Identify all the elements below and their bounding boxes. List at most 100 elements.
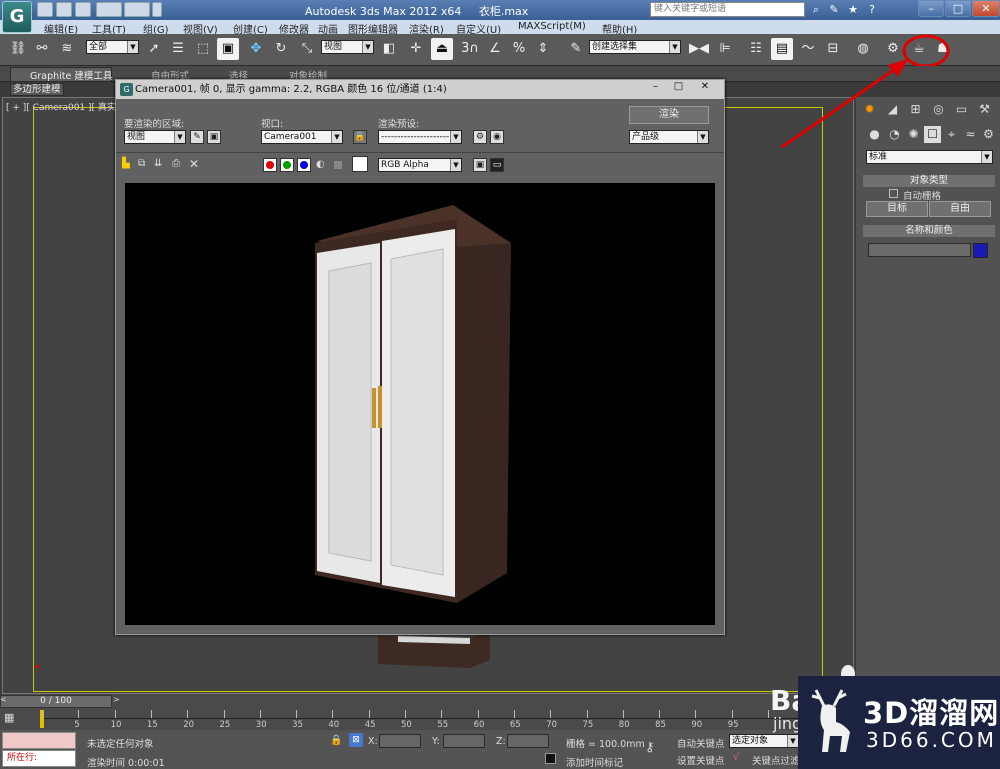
set-key-button[interactable]: 设置关键点 — [677, 753, 725, 767]
render-preset-select[interactable]: --------------------- ▼ — [378, 130, 462, 144]
create-tab-icon[interactable]: ✹ — [861, 101, 878, 118]
slider-prev-icon[interactable]: < — [0, 695, 10, 708]
search-icon[interactable]: ⌕ — [808, 2, 824, 17]
window-crossing-icon[interactable]: ▣ — [217, 38, 239, 60]
green-channel-button[interactable] — [280, 158, 294, 172]
pivot-center-icon[interactable]: ◧ — [378, 38, 400, 60]
link-icon[interactable]: ⛓ — [7, 38, 29, 60]
render-window-maximize-button[interactable]: □ — [668, 81, 689, 96]
display-channel-select[interactable]: RGB Alpha ▼ — [378, 158, 462, 172]
render-area-select[interactable]: 视图 ▼ — [124, 130, 186, 144]
save-image-icon[interactable]: ▙ — [122, 158, 133, 170]
name-color-rollout-header[interactable]: 名称和颜色 — [863, 225, 995, 237]
shapes-icon[interactable]: ◔ — [886, 126, 903, 143]
viewport-select[interactable]: Camera001 ▼ — [261, 130, 343, 144]
unlink-icon[interactable]: ⚯ — [31, 38, 53, 60]
bind-space-warp-icon[interactable]: ≋ — [56, 38, 78, 60]
select-and-scale-icon[interactable]: ⤡ — [296, 38, 318, 60]
timeline-track[interactable] — [40, 709, 800, 719]
copy-image-icon[interactable]: ⧉ — [138, 158, 150, 170]
mirror-icon[interactable]: ▶◀ — [688, 38, 710, 60]
app-logo-icon[interactable]: G — [2, 1, 32, 33]
motion-tab-icon[interactable]: ◎ — [930, 101, 947, 118]
lights-icon[interactable]: ✺ — [905, 126, 922, 143]
time-slider[interactable]: 0 / 100 — [0, 695, 112, 708]
object-category-select[interactable]: 标准 ▼ — [866, 150, 993, 164]
select-by-name-icon[interactable]: ☰ — [167, 38, 189, 60]
clone-window-icon[interactable]: ⇊ — [154, 158, 166, 170]
open-file-icon[interactable] — [56, 2, 72, 17]
named-selection-set-select[interactable]: 创建选择集 ▼ — [589, 40, 681, 54]
environment-effects-icon[interactable]: ◉ — [490, 130, 504, 144]
cameras-icon[interactable]: ☐ — [924, 126, 941, 143]
align-icon[interactable]: ⊫ — [714, 38, 736, 60]
toggle-ui-overlay-icon[interactable]: ▣ — [473, 158, 487, 172]
helpers-icon[interactable]: ⌖ — [943, 126, 960, 143]
select-object-icon[interactable]: ➚ — [143, 38, 165, 60]
monochrome-icon[interactable] — [334, 161, 342, 169]
set-key-icon[interactable]: ⚷ — [645, 740, 669, 755]
mini-curve-editor-icon[interactable]: ▦ — [4, 711, 24, 727]
systems-icon[interactable]: ⚙ — [980, 126, 997, 143]
modify-tab-icon[interactable]: ◢ — [884, 101, 901, 118]
close-button[interactable]: ✕ — [972, 0, 1000, 17]
render-button[interactable]: 渲染 — [629, 106, 709, 124]
blue-channel-button[interactable] — [297, 158, 311, 172]
keyboard-shortcut-override-icon[interactable]: ⏏ — [431, 38, 453, 60]
absolute-mode-icon[interactable]: ⊠ — [349, 733, 363, 747]
render-setup-small-icon[interactable]: ⚙ — [473, 130, 487, 144]
edit-named-selection-icon[interactable]: ✎ — [565, 38, 587, 60]
target-camera-button[interactable]: 目标 — [866, 201, 928, 217]
spinner-snap-icon[interactable]: ⇕ — [532, 38, 554, 60]
print-image-icon[interactable]: ⎙ — [172, 158, 184, 170]
display-tab-icon[interactable]: ▭ — [953, 101, 970, 118]
alpha-channel-icon[interactable]: ◐ — [316, 159, 328, 171]
search-input[interactable]: 键入关键字或短语 — [650, 2, 805, 17]
object-color-swatch[interactable] — [973, 243, 988, 258]
selection-lock-icon[interactable]: 🔒 — [330, 735, 342, 747]
help-icon[interactable]: ? — [864, 2, 880, 17]
render-quality-select[interactable]: 产品级 ▼ — [629, 130, 709, 144]
ribbon-subtab-polygon-modeling[interactable]: 多边形建模 — [10, 83, 64, 96]
key-tangent-icon[interactable]: √ — [733, 752, 745, 764]
red-channel-button[interactable] — [263, 158, 277, 172]
utilities-tab-icon[interactable]: ⚒ — [976, 101, 993, 118]
space-warps-icon[interactable]: ≈ — [962, 126, 979, 143]
favorites-icon[interactable]: ★ — [845, 2, 861, 17]
toggle-ui-icon[interactable]: ▭ — [490, 158, 504, 172]
select-and-move-icon[interactable]: ✥ — [245, 38, 267, 60]
geometry-icon[interactable]: ● — [866, 126, 883, 143]
tools-icon[interactable]: ✎ — [826, 2, 842, 17]
object-type-rollout-header[interactable]: 对象类型 — [863, 175, 995, 187]
reference-coordinate-select[interactable]: 视图 ▼ — [321, 40, 374, 54]
maxscript-listener[interactable] — [2, 732, 76, 749]
object-name-input[interactable] — [868, 243, 971, 257]
new-file-icon[interactable] — [37, 2, 53, 17]
key-selection-select[interactable]: 选定对象 ▼ — [729, 734, 799, 748]
lock-viewport-icon[interactable]: 🔒 — [353, 130, 367, 144]
hierarchy-tab-icon[interactable]: ⊞ — [907, 101, 924, 118]
auto-grid-checkbox[interactable] — [889, 189, 898, 198]
angle-snap-icon[interactable]: ∠ — [484, 38, 506, 60]
maxscript-mini-listener[interactable]: 所在行: — [2, 750, 76, 767]
layer-manager-icon[interactable]: ☷ — [745, 38, 767, 60]
select-manipulate-icon[interactable]: ✛ — [405, 38, 427, 60]
snap-toggle-icon[interactable]: 3∩ — [459, 38, 481, 60]
select-and-rotate-icon[interactable]: ↻ — [270, 38, 292, 60]
y-coordinate-field[interactable] — [443, 734, 485, 748]
save-file-icon[interactable] — [75, 2, 91, 17]
slider-next-icon[interactable]: > — [113, 695, 123, 708]
render-window-minimize-button[interactable]: – — [645, 81, 666, 96]
z-coordinate-field[interactable] — [507, 734, 549, 748]
rectangular-selection-icon[interactable]: ⬚ — [192, 38, 214, 60]
ribbon-tab-graphite[interactable]: Graphite 建模工具 — [30, 68, 112, 82]
add-time-tag-label[interactable]: 添加时间标记 — [566, 755, 623, 769]
quick-access-dropdown-icon[interactable] — [152, 2, 162, 17]
edit-region-icon[interactable]: ✎ — [190, 130, 204, 144]
render-window-close-button[interactable]: ✕ — [693, 81, 717, 96]
undo-icon[interactable] — [96, 2, 122, 17]
background-color-swatch[interactable] — [352, 156, 368, 172]
x-coordinate-field[interactable] — [379, 734, 421, 748]
maximize-button[interactable]: □ — [945, 0, 971, 17]
clear-image-icon[interactable]: ✕ — [189, 157, 201, 171]
